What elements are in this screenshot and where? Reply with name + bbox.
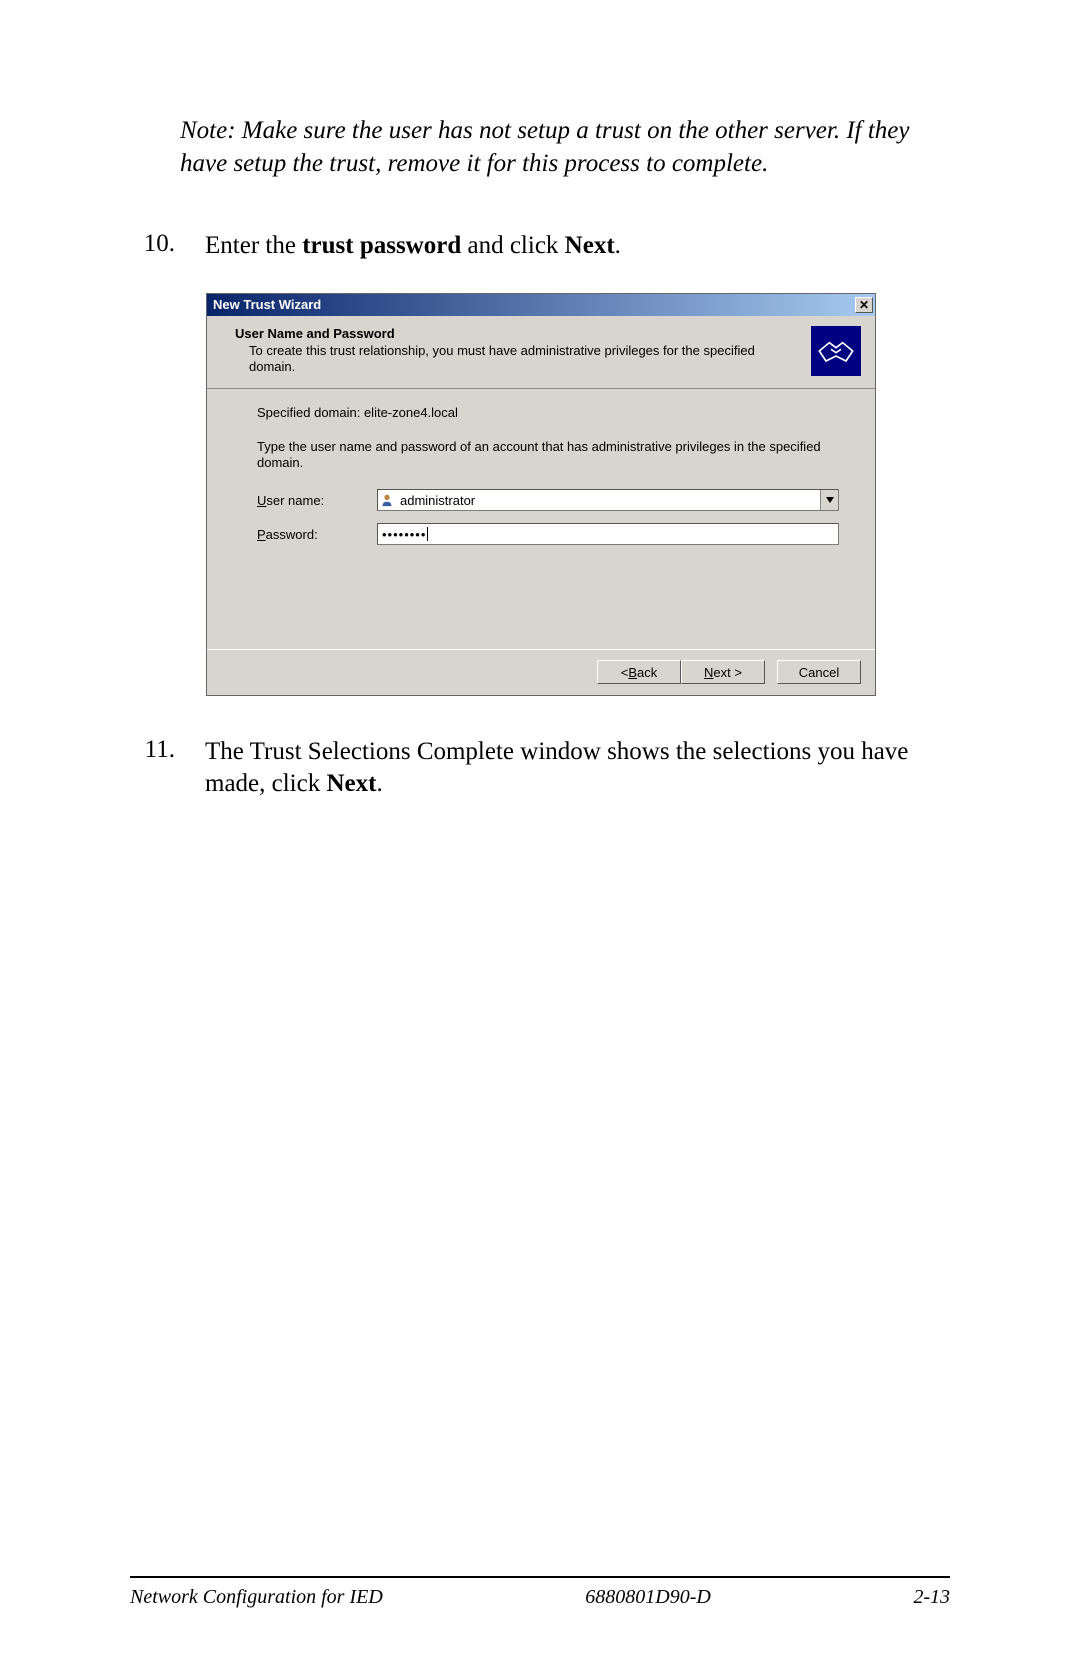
t: Enter the bbox=[205, 232, 302, 259]
t: assword: bbox=[266, 527, 318, 542]
password-value: •••••••• bbox=[382, 527, 426, 542]
t: U bbox=[257, 493, 266, 508]
close-button[interactable]: ✕ bbox=[855, 297, 873, 313]
username-label: User name: bbox=[257, 493, 377, 508]
t: ext > bbox=[713, 665, 742, 680]
password-label: Password: bbox=[257, 527, 377, 542]
nav-button-group: < Back Next > bbox=[597, 660, 765, 684]
wizard-body: Specified domain: elite-zone4.local Type… bbox=[207, 389, 875, 649]
password-input[interactable]: •••••••• bbox=[377, 523, 839, 545]
t: Next bbox=[565, 232, 615, 259]
t: P bbox=[257, 527, 266, 542]
t: The Trust Selections Complete window sho… bbox=[205, 738, 908, 798]
t: B bbox=[628, 665, 637, 680]
user-icon bbox=[378, 490, 396, 510]
specified-domain-line: Specified domain: elite-zone4.local bbox=[257, 405, 839, 421]
step-number: 11. bbox=[130, 736, 175, 801]
wizard-footer: < Back Next > Cancel bbox=[207, 649, 875, 695]
dropdown-button[interactable] bbox=[820, 490, 838, 510]
step-body: Enter the trust password and click Next. bbox=[205, 230, 950, 263]
wizard-header-subtitle: To create this trust relationship, you m… bbox=[235, 343, 797, 376]
dialog-titlebar: New Trust Wizard ✕ bbox=[207, 294, 875, 316]
step-body: The Trust Selections Complete window sho… bbox=[205, 736, 950, 801]
dialog-title: New Trust Wizard bbox=[213, 297, 855, 312]
step-number: 10. bbox=[130, 230, 175, 263]
t: trust password bbox=[302, 232, 461, 259]
next-button[interactable]: Next > bbox=[681, 660, 765, 684]
wizard-header: User Name and Password To create this tr… bbox=[207, 316, 875, 389]
footer-left: Network Configuration for IED bbox=[130, 1586, 383, 1609]
username-value: administrator bbox=[396, 490, 820, 510]
text-caret bbox=[427, 527, 428, 541]
new-trust-wizard-dialog: New Trust Wizard ✕ User Name and Passwor… bbox=[206, 293, 876, 696]
username-combobox[interactable]: administrator bbox=[377, 489, 839, 511]
t: . bbox=[615, 232, 621, 259]
cancel-button[interactable]: Cancel bbox=[777, 660, 861, 684]
instruction-text: Type the user name and password of an ac… bbox=[257, 439, 839, 472]
t: ack bbox=[637, 665, 657, 680]
footer-right: 2-13 bbox=[913, 1586, 950, 1609]
step-10: 10. Enter the trust password and click N… bbox=[130, 230, 950, 263]
footer-center: 6880801D90-D bbox=[585, 1586, 711, 1609]
password-row: Password: •••••••• bbox=[257, 523, 839, 545]
username-row: User name: administrator bbox=[257, 489, 839, 511]
document-page: Note: Make sure the user has not setup a… bbox=[0, 0, 1080, 1669]
wizard-header-title: User Name and Password bbox=[235, 326, 797, 341]
close-icon: ✕ bbox=[859, 299, 869, 311]
t: . bbox=[376, 770, 382, 797]
page-footer: Network Configuration for IED 6880801D90… bbox=[130, 1576, 950, 1609]
back-button[interactable]: < Back bbox=[597, 660, 681, 684]
t: < bbox=[621, 665, 629, 680]
t: N bbox=[704, 665, 713, 680]
note-text: Note: Make sure the user has not setup a… bbox=[180, 115, 950, 180]
wizard-header-text: User Name and Password To create this tr… bbox=[235, 326, 797, 376]
t: and click bbox=[461, 232, 564, 259]
t: ser name: bbox=[266, 493, 324, 508]
step-11: 11. The Trust Selections Complete window… bbox=[130, 736, 950, 801]
t: Next bbox=[326, 770, 376, 797]
handshake-icon bbox=[811, 326, 861, 376]
